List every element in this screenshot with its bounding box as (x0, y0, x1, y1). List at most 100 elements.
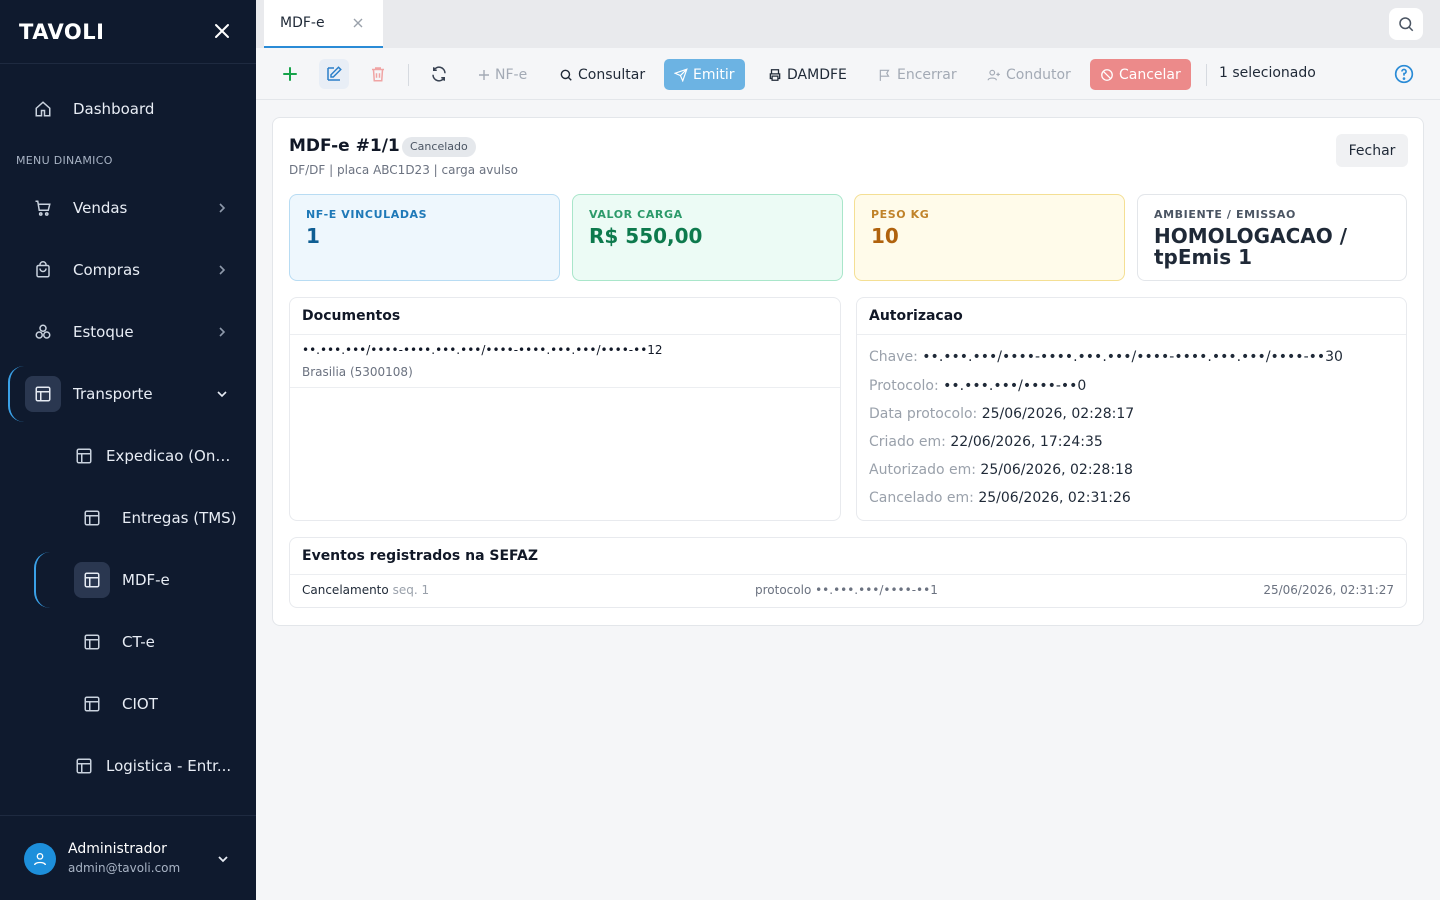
trash-icon (372, 67, 384, 82)
emitir-button[interactable]: Emitir (664, 59, 745, 90)
auth-value: 22/06/2026, 17:24:35 (950, 434, 1103, 450)
record-subtitle: DF/DF | placa ABC1D23 | carga avulso (289, 163, 518, 177)
delete-button[interactable] (363, 59, 393, 89)
sidebar-item-compras[interactable]: Compras (0, 242, 256, 298)
close-button[interactable]: Fechar (1336, 134, 1408, 167)
document-city: Brasilia (5300108) (302, 365, 413, 379)
sidebar-subitem-ciot[interactable]: CIOT (0, 676, 256, 732)
condutor-button[interactable]: Condutor (977, 59, 1081, 90)
auth-data-protocolo: Data protocolo: 25/06/2026, 02:28:17 (869, 406, 1134, 422)
add-button[interactable] (275, 59, 305, 89)
auth-label: Cancelado em: (869, 490, 974, 506)
chevron-down-icon (218, 856, 228, 863)
sidebar-item-transporte[interactable]: Transporte (0, 366, 256, 422)
panel-title: Eventos registrados na SEFAZ (290, 538, 1406, 575)
auth-autorizado-em: Autorizado em: 25/06/2026, 02:28:18 (869, 462, 1133, 478)
user-menu[interactable]: Administrador admin@tavoli.com (0, 815, 256, 900)
sidebar-item-label: Dashboard (73, 100, 155, 118)
status-badge: Cancelado (402, 137, 476, 157)
stat-valor-carga: VALOR CARGA R$ 550,00 (572, 194, 843, 281)
sidebar-subitem-mdfe[interactable]: MDF-e (0, 552, 256, 608)
sidebar-subitem-cte[interactable]: CT-e (0, 614, 256, 670)
section-label: MENU DINAMICO (16, 154, 113, 167)
search-button[interactable] (1389, 8, 1423, 40)
eventos-panel: Eventos registrados na SEFAZ Cancelament… (289, 537, 1407, 608)
document-row[interactable]: ••.•••.•••/••••-••••.•••.•••/••••-••••.•… (290, 335, 840, 388)
consultar-button[interactable]: Consultar (549, 59, 655, 90)
sidebar-item-estoque[interactable]: Estoque (0, 304, 256, 360)
help-button[interactable] (1394, 64, 1414, 88)
auth-label: Protocolo: (869, 378, 939, 394)
tab-bar: MDF-e (256, 0, 1440, 48)
auth-label: Criado em: (869, 434, 946, 450)
sidebar-item-vendas[interactable]: Vendas (0, 180, 256, 236)
toolbar-divider (408, 64, 409, 86)
stat-label: VALOR CARGA (589, 208, 683, 221)
consultar-label: Consultar (578, 66, 646, 83)
event-seq: seq. 1 (392, 583, 430, 597)
cancelar-label: Cancelar (1119, 66, 1181, 83)
mdfe-detail-card: MDF-e #1/1 Cancelado DF/DF | placa ABC1D… (272, 117, 1424, 626)
sidebar-subitem-logistica[interactable]: Logistica - Entr... (0, 738, 256, 794)
help-icon (1394, 64, 1414, 84)
stat-value: 1 (306, 224, 320, 248)
page-title: MDF-e #1/1 (289, 136, 400, 156)
layout-icon (74, 686, 110, 722)
nfe-button[interactable]: NF-e (468, 59, 537, 90)
auth-protocolo: Protocolo: ••.•••.•••/••••-••0 (869, 378, 1086, 394)
encerrar-button[interactable]: Encerrar (868, 59, 967, 90)
sidebar-item-label: Transporte (73, 385, 153, 403)
chevron-down-icon (217, 391, 227, 398)
stat-label: PESO KG (871, 208, 930, 221)
sidebar-subitem-expedicao[interactable]: Expedicao (Ond... (0, 428, 256, 484)
avatar (24, 843, 56, 875)
auth-value: ••.•••.•••/••••-••0 (943, 378, 1087, 394)
user-email: admin@tavoli.com (68, 861, 181, 875)
layout-icon (66, 748, 102, 784)
stat-peso-kg: PESO KG 10 (854, 194, 1125, 281)
close-sidebar-button[interactable] (211, 20, 233, 42)
layout-icon (74, 624, 110, 660)
sidebar-item-label: Expedicao (Ond... (106, 447, 236, 465)
condutor-label: Condutor (1006, 66, 1071, 83)
tab-mdfe[interactable]: MDF-e (264, 0, 383, 48)
chevron-right-icon (219, 265, 226, 275)
cancelar-button[interactable]: Cancelar (1090, 59, 1191, 90)
sidebar-item-label: Estoque (73, 323, 134, 341)
auth-label: Data protocolo: (869, 406, 978, 422)
edit-button[interactable] (319, 59, 349, 89)
plus-icon (283, 67, 297, 81)
sidebar-item-label: CIOT (122, 695, 158, 713)
plus-icon (479, 69, 489, 80)
user-icon (34, 853, 46, 866)
auth-cancelado-em: Cancelado em: 25/06/2026, 02:31:26 (869, 490, 1131, 506)
layout-icon (74, 500, 110, 536)
send-icon (674, 67, 688, 82)
stat-nfe-vinculadas: NF-E VINCULADAS 1 (289, 194, 560, 281)
emitir-label: Emitir (693, 66, 735, 83)
user-name: Administrador (68, 841, 167, 857)
edit-icon (327, 66, 342, 81)
refresh-button[interactable] (424, 59, 454, 89)
close-icon[interactable] (352, 17, 364, 29)
damdfe-button[interactable]: DAMDFE (758, 59, 857, 90)
panel-title: Documentos (290, 298, 840, 335)
encerrar-label: Encerrar (897, 66, 957, 83)
flag-icon (879, 69, 890, 81)
sidebar-header: TAVOLI (0, 0, 256, 64)
event-type-label: Cancelamento (302, 583, 389, 597)
event-date: 25/06/2026, 02:31:27 (1263, 583, 1394, 597)
auth-value: 25/06/2026, 02:31:26 (978, 490, 1131, 506)
stat-label: NF-E VINCULADAS (306, 208, 428, 221)
refresh-icon (432, 66, 446, 82)
auth-value: 25/06/2026, 02:28:17 (981, 406, 1135, 422)
selection-count: 1 selecionado (1219, 65, 1316, 81)
sidebar-item-dashboard[interactable]: Dashboard (0, 81, 256, 137)
search-icon (560, 69, 572, 81)
close-icon (215, 24, 229, 38)
auth-criado-em: Criado em: 22/06/2026, 17:24:35 (869, 434, 1103, 450)
sidebar-item-label: Logistica - Entr... (106, 757, 232, 775)
chevron-right-icon (219, 203, 226, 213)
sidebar-subitem-entregas[interactable]: Entregas (TMS) (0, 490, 256, 546)
event-row[interactable]: Cancelamento seq. 1 protocolo ••.•••.•••… (290, 575, 1406, 607)
